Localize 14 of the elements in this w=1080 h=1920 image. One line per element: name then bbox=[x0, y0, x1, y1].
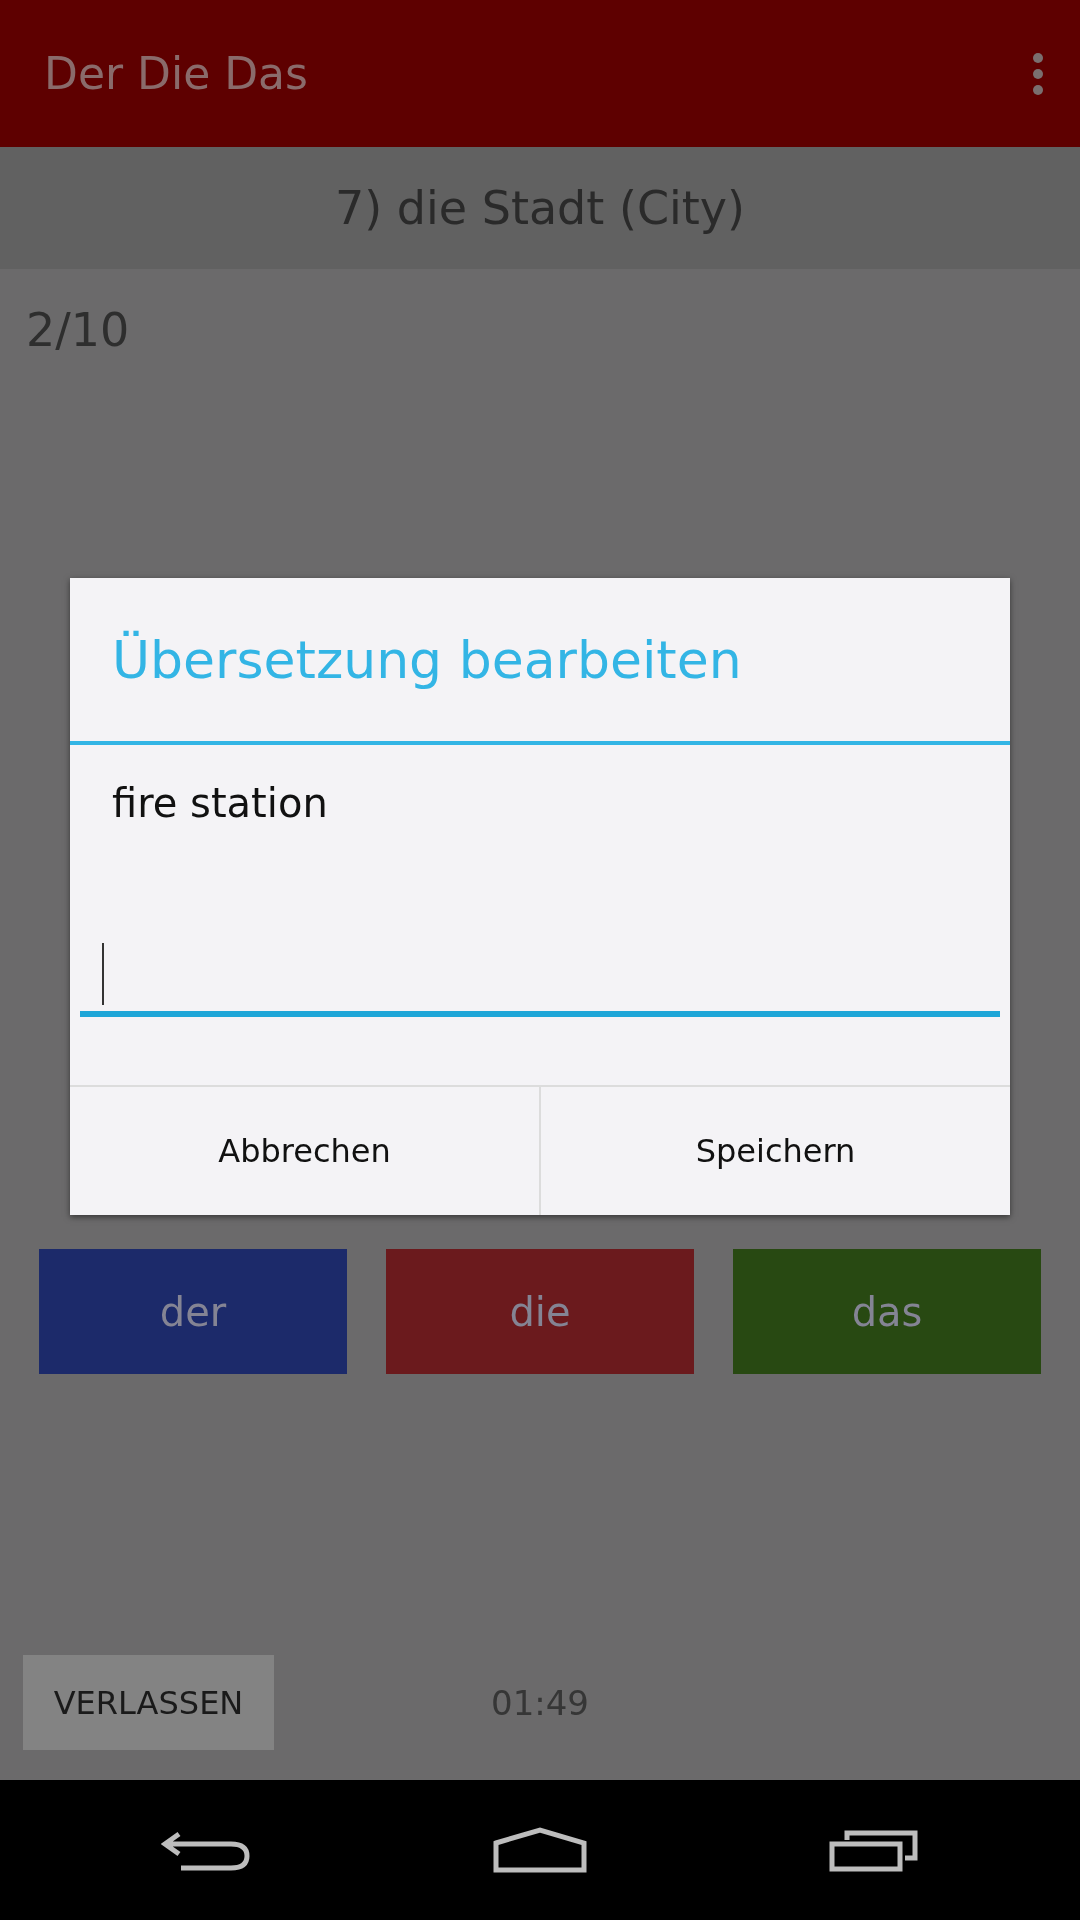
more-icon[interactable] bbox=[1032, 51, 1044, 96]
article-button[interactable]: das bbox=[733, 1249, 1041, 1374]
exit-button[interactable]: VERLASSEN bbox=[23, 1655, 274, 1750]
article-button[interactable]: die bbox=[386, 1249, 694, 1374]
recent-apps-icon[interactable] bbox=[829, 1828, 920, 1872]
dialog-button[interactable]: Speichern bbox=[539, 1087, 1010, 1215]
question-text: 7) die Stadt (City) bbox=[334, 181, 746, 235]
home-icon[interactable] bbox=[492, 1827, 588, 1873]
article-button[interactable]: der bbox=[39, 1249, 347, 1374]
progress-counter: 2/10 bbox=[26, 303, 130, 357]
translation-text: fire station bbox=[112, 780, 328, 826]
dialog-button[interactable]: Abbrechen bbox=[70, 1087, 539, 1215]
app-title: Der Die Das bbox=[44, 48, 308, 99]
dialog-title: Übersetzung bearbeiten bbox=[70, 578, 1010, 745]
